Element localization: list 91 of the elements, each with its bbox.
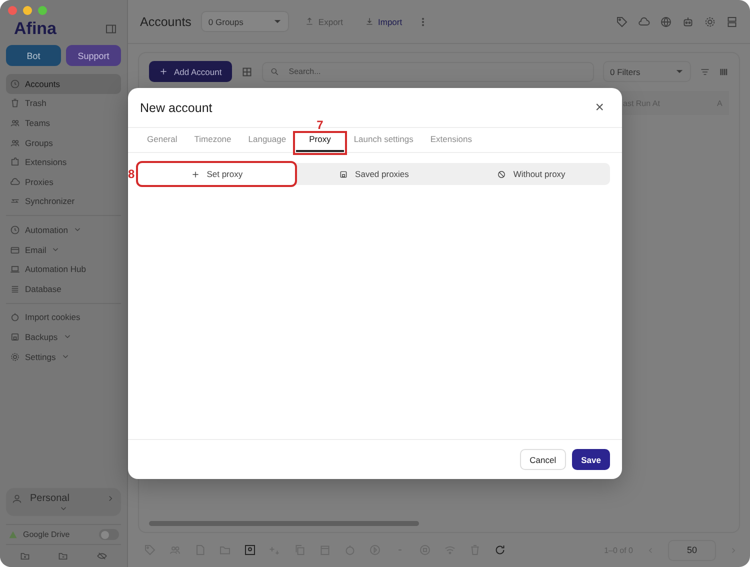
ban-icon [497,170,506,178]
header-action[interactable]: Import [359,16,408,28]
server-icon[interactable] [726,16,738,28]
trash-icon[interactable] [469,544,481,556]
sidebar-item[interactable]: Teams [6,113,121,133]
grid-icon[interactable] [240,66,253,78]
callout-number: 8 [128,167,135,181]
sidebar-item[interactable]: Trash [6,94,121,114]
cancel-button[interactable]: Cancel [520,449,566,470]
plus-icon [190,170,200,178]
sidebar-item[interactable]: Settings [6,346,121,366]
sidebar-item[interactable]: Accounts [6,74,121,94]
callout-number: 7 [316,118,324,132]
proxy-mode-option[interactable]: Saved proxies [295,163,453,185]
horizontal-scrollbar[interactable] [149,521,419,526]
folder-icon[interactable] [219,544,231,556]
dialog-tab[interactable]: Proxy [296,134,344,152]
dialog-tab[interactable]: Extensions [423,134,479,152]
dialog-title: New account [140,100,212,114]
workspace-card[interactable]: Personal [6,488,121,516]
sidebar-button[interactable]: Bot [6,45,61,66]
clock-icon [10,224,20,235]
close-dot[interactable] [8,6,17,15]
refresh-icon[interactable] [494,544,506,556]
mail-icon [10,244,20,255]
sidebar-button[interactable]: Support [66,45,121,66]
workspace-name: Personal [30,493,70,504]
dialog-tab[interactable]: General [140,134,184,152]
sidebar-item[interactable]: Automation [6,220,121,240]
people-icon [10,138,20,148]
laptop-icon [10,264,20,274]
minimize-dot[interactable] [23,6,32,15]
drive-toggle[interactable] [99,529,119,540]
wifi-icon[interactable] [444,544,456,556]
tag-icon[interactable] [616,16,628,28]
sidebar-item[interactable]: Database [6,278,121,299]
sidebar-item[interactable]: Extensions [6,152,121,172]
file-icon[interactable] [194,544,206,556]
folder-arrow-icon[interactable] [58,551,68,561]
logo: Afina [14,19,56,39]
page-title: Accounts [140,14,192,28]
proxy-mode-option[interactable]: Set proxy [138,163,296,185]
download-icon [365,17,374,26]
filters-select[interactable]: 0 Filters [603,61,691,82]
zoom-dot[interactable] [38,6,47,15]
robot-icon[interactable] [682,16,694,28]
page-size-field[interactable]: 50 [668,540,716,560]
eye-off-icon[interactable] [96,551,107,561]
sidebar-item[interactable]: Groups [6,132,121,152]
trash-icon [10,98,20,108]
caret-icon [675,67,684,76]
settings-icon[interactable] [704,16,716,28]
triangle-logo-icon [8,530,18,540]
sidebar-toggle-icon[interactable] [105,23,117,35]
clock-icon [10,78,20,89]
close-button[interactable]: × [589,98,610,117]
stop-icon[interactable] [419,544,431,556]
sidebar-item[interactable]: Proxies [6,172,121,192]
people-icon [10,118,20,128]
sidebar-item[interactable]: Email [6,240,121,260]
plus-icon [159,67,168,76]
sidebar-item[interactable]: Automation Hub [6,259,121,279]
calendar-icon[interactable] [319,544,331,556]
copy-icon[interactable] [294,544,306,556]
filter-lines-icon[interactable] [700,66,710,76]
dialog-tab[interactable]: Timezone [187,134,238,152]
list-icon [10,284,20,294]
settings-icon [10,352,20,362]
cloud-icon [10,176,20,187]
play-icon[interactable] [369,544,381,556]
person-icon [12,494,22,504]
drive-label: Google Drive [23,530,71,539]
puzzle-icon [10,157,20,168]
sidebar-item[interactable]: Import cookies [6,308,121,328]
dialog-tab[interactable]: Launch settings [346,134,420,152]
add-account-button[interactable]: Add Account [149,61,232,82]
dialog-tab[interactable]: Language [241,134,294,152]
search-field[interactable]: Search... [262,62,594,82]
proxy-mode-option[interactable]: Without proxy [452,163,610,185]
cloud-icon[interactable] [638,16,650,28]
caret-icon [273,17,282,26]
folder-plus-icon[interactable] [20,551,30,561]
sidebar-item[interactable]: Synchronizer [6,192,121,212]
groups-select[interactable]: 0 Groups [201,11,290,32]
tag-icon[interactable] [144,544,156,556]
people-icon[interactable] [169,544,181,556]
save-button[interactable]: Save [572,449,610,470]
columns-icon[interactable] [719,66,729,76]
upload-icon [305,17,314,26]
sidebar-item[interactable]: Backups [6,327,121,347]
globe-icon[interactable] [660,16,672,28]
